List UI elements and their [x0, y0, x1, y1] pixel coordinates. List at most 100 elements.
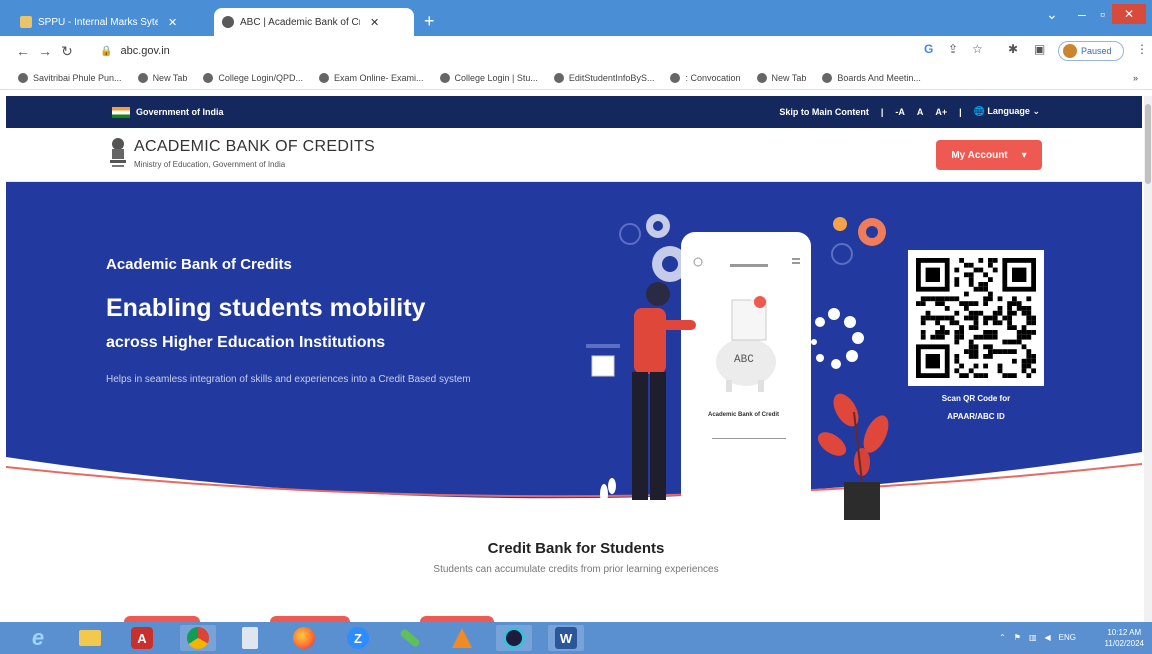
language-indicator[interactable]: ENG — [1059, 633, 1076, 642]
share-icon[interactable]: ⇪ — [948, 42, 958, 56]
government-bar: Government of India Skip to Main Content… — [6, 96, 1142, 128]
bookmark-label: New Tab — [771, 72, 807, 83]
font-increase-button[interactable]: A+ — [935, 107, 947, 117]
hero-headline: Enabling students mobility — [106, 294, 426, 322]
my-account-button[interactable]: My Account ▾ — [936, 140, 1042, 170]
minimize-icon[interactable]: – — [1078, 6, 1086, 22]
badge-count: $ — [750, 295, 754, 302]
language-selector[interactable]: 🌐 Language ⌄ — [974, 106, 1040, 117]
qr-caption-line1: Scan QR Code for — [941, 394, 1011, 403]
maximize-icon[interactable]: ▫ — [1100, 6, 1105, 22]
menu-dots-icon[interactable]: ⋮ — [1136, 42, 1148, 56]
bookmark-item[interactable]: New Tab — [756, 72, 807, 83]
separator: | — [959, 106, 962, 117]
bookmark-star-icon[interactable]: ☆ — [972, 42, 983, 56]
bookmark-item[interactable]: New Tab — [137, 72, 188, 83]
skip-to-main-link[interactable]: Skip to Main Content — [779, 107, 869, 117]
tray-overflow-icon[interactable]: ⌃ — [999, 633, 1006, 642]
window-close-icon[interactable]: ✕ — [1112, 4, 1146, 24]
font-normal-button[interactable]: A — [917, 107, 924, 117]
webex-icon[interactable] — [496, 625, 532, 651]
close-tab-icon[interactable]: ✕ — [168, 16, 177, 29]
url-text: abc.gov.in — [120, 45, 170, 57]
site-header: ACADEMIC BANK OF CREDITS Ministry of Edu… — [6, 128, 1142, 182]
bookmark-item[interactable]: Boards And Meetin... — [822, 72, 921, 83]
zoom-icon[interactable]: Z — [340, 625, 376, 651]
bookmark-item[interactable]: EditStudentInfoByS... — [553, 72, 654, 83]
qr-code-icon — [916, 258, 1036, 378]
bookmarks-bar: Savitribai Phule Pun... New Tab College … — [0, 66, 1152, 90]
flag-icon[interactable]: ⚑ — [1014, 633, 1021, 642]
my-account-label: My Account — [951, 149, 1008, 161]
address-bar[interactable]: 🔒 abc.gov.in — [100, 40, 940, 62]
firefox-icon[interactable] — [286, 625, 322, 651]
avatar — [1063, 44, 1077, 58]
piggy-bank-label: ABC — [734, 354, 754, 366]
bookmark-favicon-icon — [553, 72, 564, 83]
scrollbar-thumb[interactable] — [1145, 104, 1151, 184]
browser-tabstrip: SPPU - Internal Marks Sytem ✕ ABC | Acad… — [0, 0, 1152, 40]
hero-kicker: Academic Bank of Credits — [106, 256, 292, 273]
globe-icon: 🌐 — [973, 106, 985, 116]
qr-code — [908, 250, 1044, 386]
forward-icon[interactable]: → — [34, 43, 56, 59]
taskbar-clock[interactable]: 10:12 AM 11/02/2024 — [1105, 627, 1144, 649]
chrome-icon[interactable] — [180, 625, 216, 651]
bookmark-item[interactable]: : Convocation — [670, 72, 741, 83]
section-subtitle: Students can accumulate credits from pri… — [433, 564, 719, 575]
bookmark-favicon-icon — [439, 72, 450, 83]
tab-sppu[interactable]: SPPU - Internal Marks Sytem ✕ — [12, 8, 212, 36]
bookmark-item[interactable]: Savitribai Phule Pun... — [18, 72, 122, 83]
tab-search-icon[interactable]: ⌄ — [1046, 6, 1058, 23]
phone-caption: Academic Bank of Credit — [708, 412, 780, 418]
font-decrease-button[interactable]: -A — [895, 107, 905, 117]
internet-explorer-icon[interactable]: e — [20, 625, 56, 651]
reload-icon[interactable]: ↻ — [56, 43, 78, 60]
tab-title: ABC | Academic Bank of Credits — [240, 16, 360, 28]
google-translate-icon[interactable]: G — [924, 42, 933, 56]
chevron-down-icon: ⌄ — [1032, 106, 1040, 116]
site-subtitle: Ministry of Education, Government of Ind… — [134, 160, 286, 169]
word-icon[interactable]: W — [548, 625, 584, 651]
bookmark-label: New Tab — [152, 72, 188, 83]
lock-icon: 🔒 — [100, 45, 113, 57]
bookmark-item[interactable]: Exam Online- Exami... — [318, 72, 424, 83]
section-title: Credit Bank for Students — [487, 540, 665, 557]
india-flag-icon — [112, 107, 130, 118]
acrobat-icon[interactable]: A — [124, 625, 160, 651]
government-label: Government of India — [136, 107, 224, 117]
calculator-icon[interactable] — [232, 625, 268, 651]
network-icon[interactable]: ▥ — [1029, 633, 1037, 642]
hero-subheadline: across Higher Education Institutions — [106, 334, 386, 351]
system-tray: ⌃ ⚑ ▥ ◀ ENG — [999, 633, 1076, 642]
bookmark-label: Exam Online- Exami... — [333, 72, 424, 83]
new-tab-button[interactable]: + — [424, 12, 435, 30]
volume-icon[interactable]: ◀ — [1045, 633, 1051, 642]
bookmark-favicon-icon — [670, 72, 681, 83]
back-icon[interactable]: ← — [12, 43, 34, 59]
tab-abc[interactable]: ABC | Academic Bank of Credits ✕ — [214, 8, 414, 36]
side-panel-icon[interactable]: ▣ — [1034, 42, 1045, 56]
separator: | — [880, 106, 884, 117]
snipping-tool-icon[interactable] — [392, 625, 428, 651]
clock-date: 11/02/2024 — [1104, 639, 1144, 648]
bookmarks-more-button[interactable]: » — [1133, 73, 1138, 83]
profile-status: Paused — [1081, 46, 1112, 56]
bookmark-label: : Convocation — [685, 72, 741, 83]
close-tab-icon[interactable]: ✕ — [370, 16, 379, 29]
sppu-favicon-icon — [20, 16, 32, 28]
tab-title: SPPU - Internal Marks Sytem — [38, 16, 158, 28]
file-explorer-icon[interactable] — [72, 625, 108, 651]
caret-down-icon: ▾ — [1021, 149, 1027, 161]
bookmark-item[interactable]: College Login | Stu... — [439, 72, 538, 83]
bookmark-label: Boards And Meetin... — [837, 72, 921, 83]
bookmark-favicon-icon — [822, 72, 833, 83]
qr-caption: Scan QR Code for APAAR/ABC ID — [906, 390, 1046, 426]
profile-button[interactable]: Paused — [1058, 41, 1124, 61]
bookmark-item[interactable]: College Login/QPD... — [203, 72, 303, 83]
extensions-icon[interactable]: ✱ — [1008, 42, 1018, 56]
qr-caption-line2: APAAR/ABC ID — [947, 412, 1005, 421]
national-emblem-icon — [110, 138, 126, 167]
vlc-icon[interactable] — [444, 625, 480, 651]
browser-toolbar: ← → ↻ 🔒 abc.gov.in G ⇪ ☆ ✱ ▣ Paused ⋮ — [0, 36, 1152, 66]
